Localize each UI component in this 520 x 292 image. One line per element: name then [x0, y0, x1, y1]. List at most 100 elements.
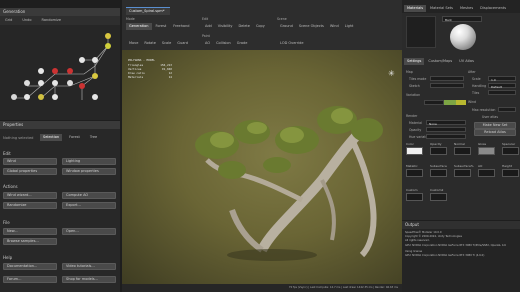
- color-map-slot[interactable]: [406, 147, 423, 155]
- node-cap-c[interactable]: [52, 80, 58, 86]
- node-cap-a[interactable]: [67, 80, 73, 86]
- wind-button[interactable]: Wind: [3, 158, 57, 165]
- opacity-map-slot[interactable]: [430, 147, 447, 155]
- browse-samples-button[interactable]: Browse samples...: [3, 238, 57, 245]
- node-branch-a[interactable]: [92, 57, 98, 63]
- material-name-field[interactable]: Bark: [442, 16, 482, 22]
- node-branch-b[interactable]: [92, 73, 98, 79]
- rotate-tool[interactable]: Rotate: [141, 40, 158, 47]
- material-field[interactable]: None: [426, 120, 466, 126]
- tab-settings[interactable]: Settings: [404, 58, 425, 65]
- viewport[interactable]: POLYGONS - MODEL Triangles 156,213 Vertic…: [122, 50, 402, 284]
- stat-value: 14: [168, 75, 172, 79]
- global-properties-button[interactable]: Global properties: [3, 168, 57, 175]
- specular-map-slot[interactable]: [502, 147, 519, 155]
- node-branch-c[interactable]: [79, 57, 85, 63]
- grid-tab[interactable]: Grid: [2, 17, 15, 24]
- node-frond-b[interactable]: [38, 80, 44, 86]
- viewport-status-bar: 70 fps (Vsync) | Last Compute: 14.7 ms |…: [122, 284, 402, 292]
- subsurface-pct-map-slot[interactable]: [454, 169, 471, 177]
- material-list[interactable]: [406, 16, 436, 48]
- open-button[interactable]: Open...: [62, 228, 116, 235]
- tab-uv-atlas[interactable]: UV Atlas: [456, 58, 477, 65]
- variation-bar[interactable]: [424, 100, 466, 105]
- node-zone-c[interactable]: [24, 94, 30, 100]
- mode-forest-tab[interactable]: Forest: [153, 23, 170, 30]
- max-resolution-field[interactable]: [498, 107, 516, 112]
- ao-tool[interactable]: AO: [202, 40, 213, 47]
- documentation-button[interactable]: Documentation...: [3, 263, 57, 270]
- scale-field[interactable]: 1.0: [488, 76, 516, 82]
- node-leaf-a[interactable]: [79, 83, 85, 89]
- delete-tool[interactable]: Delete: [235, 23, 253, 30]
- tab-selection[interactable]: Selection: [40, 134, 63, 141]
- guard-tool[interactable]: Guard: [174, 40, 191, 47]
- height-map-slot[interactable]: [502, 169, 519, 177]
- opacity-field[interactable]: [426, 127, 466, 132]
- tab-material-sets[interactable]: Material Sets: [427, 5, 456, 12]
- forum-button[interactable]: Forum...: [3, 276, 57, 283]
- video-tutorials-button[interactable]: Video tutorials...: [62, 263, 116, 270]
- copy-tool[interactable]: Copy: [253, 23, 268, 30]
- tab-tree[interactable]: Tree: [87, 134, 100, 141]
- light-tool[interactable]: Light: [342, 23, 357, 30]
- properties-panel: Properties Nothing selected Selection Fo…: [0, 121, 120, 292]
- node-leaf-b[interactable]: [67, 68, 73, 74]
- custom2-map-slot[interactable]: [430, 193, 447, 201]
- map-label-ao: AO: [478, 164, 483, 168]
- mode-freehand-tab[interactable]: Freehand: [170, 23, 192, 30]
- make-new-set-button[interactable]: Make New Set: [474, 122, 516, 129]
- window-properties-button[interactable]: Window properties: [62, 168, 116, 175]
- ao-map-slot[interactable]: [478, 169, 495, 177]
- tab-custom-maps[interactable]: Custom/Maps: [425, 58, 455, 65]
- tab-displacements[interactable]: Displacements: [477, 5, 509, 12]
- gloss-map-slot[interactable]: [478, 147, 495, 155]
- tiles-field[interactable]: [488, 90, 516, 95]
- normal-map-slot[interactable]: [454, 147, 471, 155]
- tab-forest[interactable]: Forest: [66, 134, 83, 141]
- map-section-title: Map: [406, 70, 413, 74]
- wind-wizard-button[interactable]: Wind wizard...: [3, 192, 57, 199]
- shop-for-models-button[interactable]: Shop for models...: [62, 276, 116, 283]
- compute-ao-button[interactable]: Compute AO: [62, 192, 116, 199]
- randomize-tab[interactable]: Randomize: [39, 17, 64, 24]
- metallic-map-slot[interactable]: [406, 169, 423, 177]
- reload-atlas-button[interactable]: Reload Atlas: [474, 129, 516, 136]
- stat-key: Materials: [128, 75, 144, 79]
- node-root[interactable]: [105, 33, 111, 39]
- tiles-mode-field[interactable]: [430, 76, 464, 81]
- scene-objects-tool[interactable]: Scene Objects: [296, 23, 327, 30]
- mode-generation-tab[interactable]: Generation: [126, 23, 152, 30]
- custom-map-slot[interactable]: [406, 193, 423, 201]
- sketch-field[interactable]: [430, 83, 464, 88]
- lod-override-tool[interactable]: LOD Override: [277, 40, 307, 47]
- hue-variation-field[interactable]: [426, 134, 466, 139]
- new-button[interactable]: New...: [3, 228, 57, 235]
- scale-tool[interactable]: Scale: [159, 40, 174, 47]
- node-frond-a[interactable]: [38, 68, 44, 74]
- export-button[interactable]: Export...: [62, 202, 116, 209]
- node-frond-c[interactable]: [38, 94, 44, 100]
- document-tab[interactable]: Custom_Spiral.spm*: [126, 7, 170, 15]
- wind-tool[interactable]: Wind: [327, 23, 342, 30]
- grade-tool[interactable]: Grade: [234, 40, 251, 47]
- node-zone-e[interactable]: [92, 94, 98, 100]
- light-gizmo-icon[interactable]: ✳: [388, 70, 395, 78]
- undo-tab[interactable]: Undo: [19, 17, 34, 24]
- node-zone-b[interactable]: [11, 94, 17, 100]
- ground-tool[interactable]: Ground: [277, 23, 296, 30]
- tab-materials[interactable]: Materials: [404, 4, 427, 12]
- move-tool[interactable]: Move: [126, 40, 141, 47]
- collision-tool[interactable]: Collision: [213, 40, 234, 47]
- visibility-tool[interactable]: Visibility: [215, 23, 236, 30]
- add-tool[interactable]: Add: [202, 23, 215, 30]
- subsurface-map-slot[interactable]: [430, 169, 447, 177]
- node-cap-b[interactable]: [52, 68, 58, 74]
- node-zone-a[interactable]: [24, 80, 30, 86]
- node-zone-d[interactable]: [52, 94, 58, 100]
- lighting-button[interactable]: Lighting: [62, 158, 116, 165]
- handling-field[interactable]: Default: [488, 83, 516, 89]
- randomize-button[interactable]: Randomize: [3, 202, 57, 209]
- tab-meshes[interactable]: Meshes: [457, 5, 476, 12]
- node-trunk[interactable]: [105, 43, 111, 49]
